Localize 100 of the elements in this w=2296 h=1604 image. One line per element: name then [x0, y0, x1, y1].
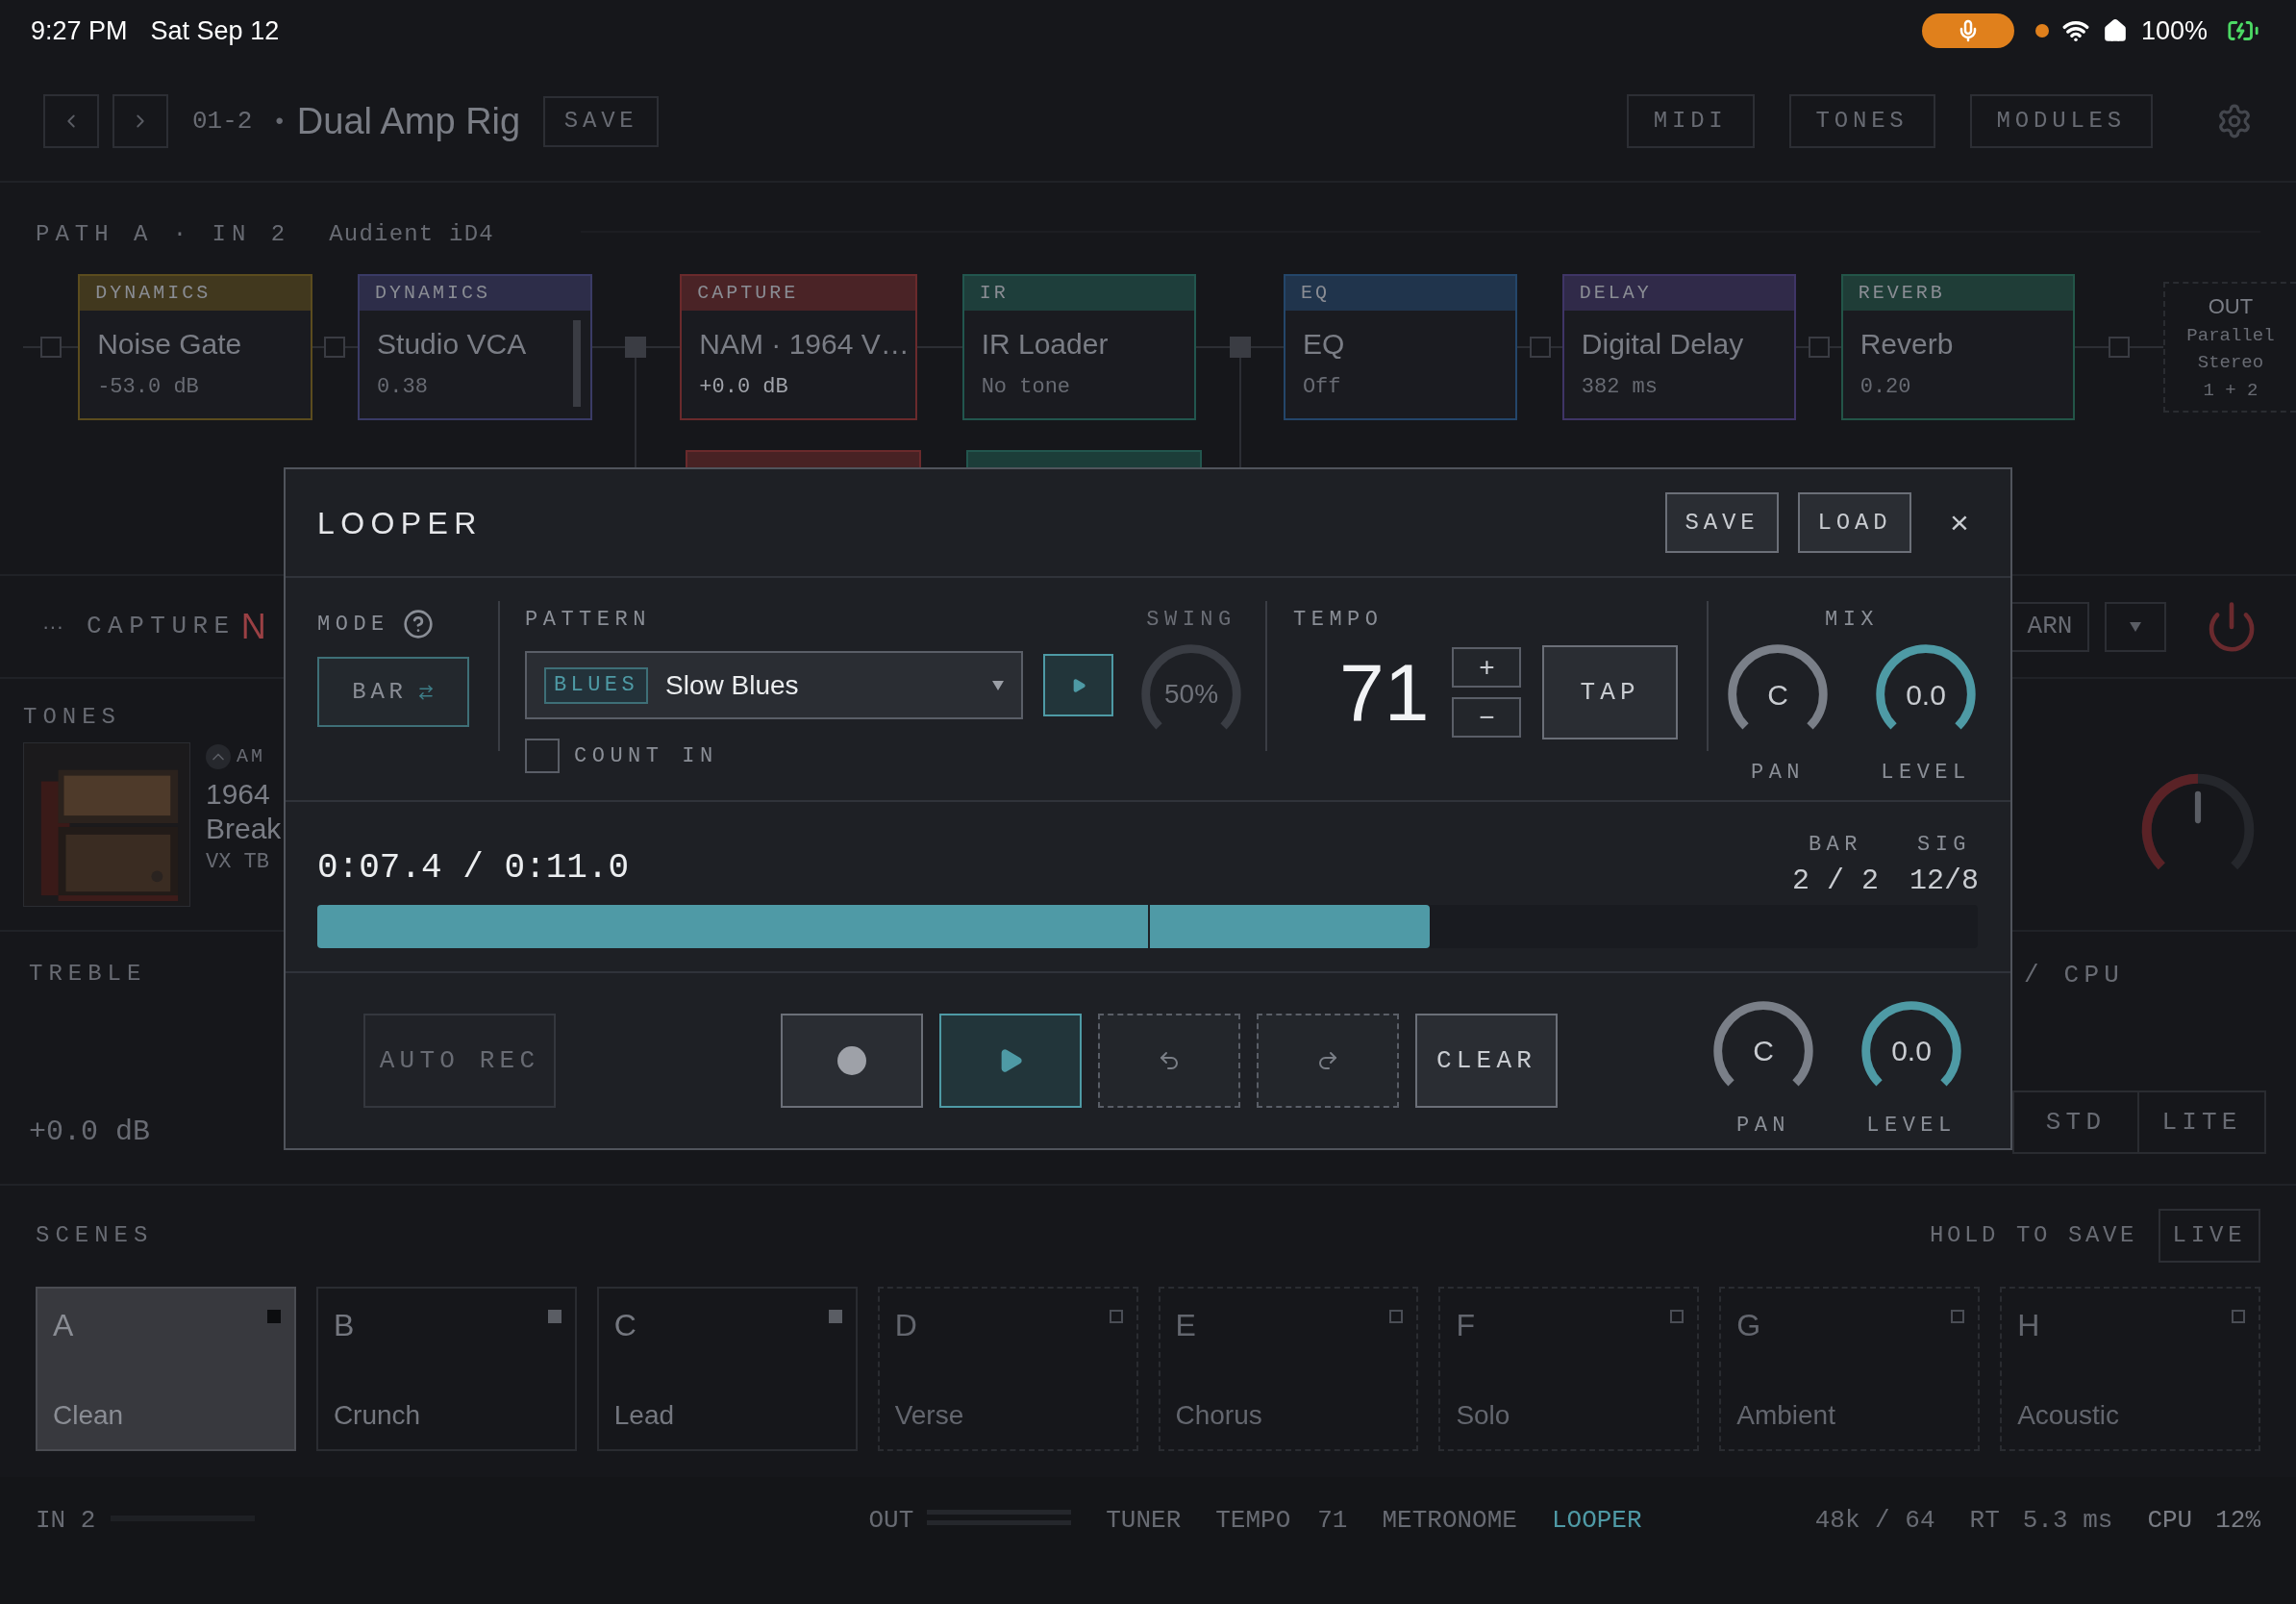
metronome-toggle[interactable]: METRONOME	[1382, 1502, 1517, 1540]
module-category: IR	[979, 281, 1009, 306]
live-button[interactable]: LIVE	[2159, 1209, 2260, 1263]
module-card[interactable]: DYNAMICS Studio VCA 0.38	[358, 274, 592, 420]
tempo-increase-button[interactable]: +	[1452, 647, 1522, 688]
quality-option[interactable]: LITE	[2139, 1090, 2266, 1154]
module-value: 0.20	[1859, 374, 1912, 401]
scene-name: Solo	[1456, 1399, 1511, 1432]
pan-knob[interactable]: C	[1710, 997, 1816, 1104]
caret-icon	[992, 680, 1004, 690]
header-button[interactable]: TONES	[1788, 94, 1935, 148]
module-category: REVERB	[1858, 281, 1945, 306]
scene-card[interactable]: C Lead	[596, 1287, 858, 1451]
pattern-dropdown[interactable]: BLUES Slow Blues	[525, 651, 1023, 719]
quality-option[interactable]: STD	[2012, 1090, 2139, 1154]
save-button[interactable]: SAVE	[1665, 492, 1779, 553]
signature-label: SIG	[1916, 832, 1972, 859]
module-title: Studio VCA	[377, 327, 528, 362]
tone-category: AM	[237, 744, 265, 769]
previous-button[interactable]	[43, 94, 99, 148]
home-icon	[2102, 18, 2128, 43]
module-value: -53.0 dB	[97, 374, 200, 401]
tempo-value: 71	[1339, 652, 1430, 733]
dropdown-button[interactable]	[2105, 601, 2166, 652]
module-value: 0.38	[377, 374, 429, 401]
scene-card[interactable]: H Acoustic	[2000, 1287, 2260, 1451]
header-button[interactable]: MODULES	[1969, 94, 2153, 148]
scene-card[interactable]: G Ambient	[1719, 1287, 1981, 1451]
connector-node	[39, 337, 62, 358]
module-category: EQ	[1300, 281, 1330, 306]
looper-toggle[interactable]: LOOPER	[1551, 1502, 1642, 1540]
module-category: CAPTURE	[697, 281, 799, 306]
scene-letter: E	[1175, 1307, 1197, 1344]
bar-value: 2 / 2	[1791, 864, 1879, 899]
scene-letter: B	[333, 1307, 356, 1344]
module-value: +0.0 dB	[699, 374, 789, 401]
tone-subtitle: VX TB	[206, 849, 270, 876]
level-label: LEVEL	[1866, 1112, 1957, 1140]
module-value: 382 ms	[1581, 374, 1659, 401]
module-card[interactable]: DYNAMICS Noise Gate -53.0 dB	[78, 274, 312, 420]
tap-button[interactable]: TAP	[1542, 645, 1678, 739]
scene-card[interactable]: F Solo	[1438, 1287, 1700, 1451]
recording-dot-icon	[2034, 24, 2049, 38]
pattern-label: PATTERN	[525, 607, 652, 634]
swing-label: SWING	[1146, 607, 1236, 634]
tempo-value: 71	[1317, 1505, 1348, 1537]
loop-progress-bar[interactable]	[317, 905, 1978, 948]
output-label: OUT	[868, 1505, 914, 1537]
rt-label: RT	[1969, 1505, 2000, 1537]
tone-title: 1964	[206, 777, 271, 812]
scene-card[interactable]: D Verse	[877, 1287, 1138, 1451]
scene-letter: D	[894, 1307, 918, 1344]
play-button[interactable]	[939, 1014, 1082, 1108]
preview-play-button[interactable]	[1043, 654, 1113, 716]
more-dots[interactable]: ···	[42, 611, 63, 642]
mode-button[interactable]: BAR	[317, 657, 469, 727]
pan-knob[interactable]: C	[1725, 641, 1831, 747]
count-in-label: COUNT IN	[574, 742, 718, 770]
scene-card[interactable]: A Clean	[36, 1287, 296, 1451]
output-card[interactable]: OUT Parallel Stereo 1 + 2	[2162, 282, 2296, 413]
output-mode: Parallel	[2186, 323, 2275, 348]
level-knob[interactable]: 0.0	[1873, 641, 1979, 747]
record-icon	[837, 1046, 866, 1075]
treble-value: +0.0 dB	[29, 1115, 152, 1150]
scene-name: Chorus	[1175, 1399, 1263, 1432]
tuner-toggle[interactable]: TUNER	[1106, 1502, 1182, 1540]
tone-title: Break	[206, 812, 282, 846]
mix-label: MIX	[1824, 607, 1880, 634]
scene-card[interactable]: E Chorus	[1158, 1287, 1419, 1451]
module-card[interactable]: EQ EQ Off	[1283, 274, 1518, 420]
scene-card[interactable]: B Crunch	[315, 1287, 577, 1451]
count-in-checkbox[interactable]	[525, 739, 560, 773]
load-button[interactable]: LOAD	[1798, 492, 1911, 553]
pan-label: PAN	[1750, 760, 1806, 787]
tempo-decrease-button[interactable]: −	[1452, 697, 1522, 738]
next-button[interactable]	[112, 94, 168, 148]
help-icon[interactable]	[402, 609, 434, 639]
cpu-label: / CPU	[2023, 960, 2125, 991]
save-button[interactable]: SAVE	[543, 95, 660, 147]
connector-node	[1808, 337, 1830, 358]
clear-button[interactable]: CLEAR	[1415, 1014, 1558, 1108]
settings-icon[interactable]	[2216, 103, 2253, 139]
module-card[interactable]: DELAY Digital Delay 382 ms	[1561, 274, 1797, 420]
sample-rate: 48k / 64	[1814, 1505, 1935, 1537]
pattern-name: Slow Blues	[665, 668, 799, 702]
section-label: TONES	[23, 703, 122, 732]
module-title: NAM · 1964 V…	[699, 327, 910, 362]
tempo-label: TEMPO	[1215, 1505, 1291, 1537]
cpu-label: CPU	[2147, 1505, 2193, 1537]
scene-letter: C	[613, 1307, 637, 1344]
record-button[interactable]	[781, 1014, 923, 1108]
module-card[interactable]: IR IR Loader No tone	[961, 274, 1197, 420]
loop-time: 0:07.4 / 0:11.0	[317, 847, 630, 890]
header-button[interactable]: MIDI	[1626, 94, 1755, 148]
module-card[interactable]: REVERB Reverb 0.20	[1840, 274, 2076, 420]
level-knob[interactable]: 0.0	[1859, 997, 1964, 1104]
module-card[interactable]: CAPTURE NAM · 1964 V… +0.0 dB	[680, 274, 918, 420]
connector-node	[1529, 337, 1551, 358]
close-button[interactable]: ×	[1940, 503, 1979, 542]
bar-label: BAR	[1808, 832, 1863, 859]
